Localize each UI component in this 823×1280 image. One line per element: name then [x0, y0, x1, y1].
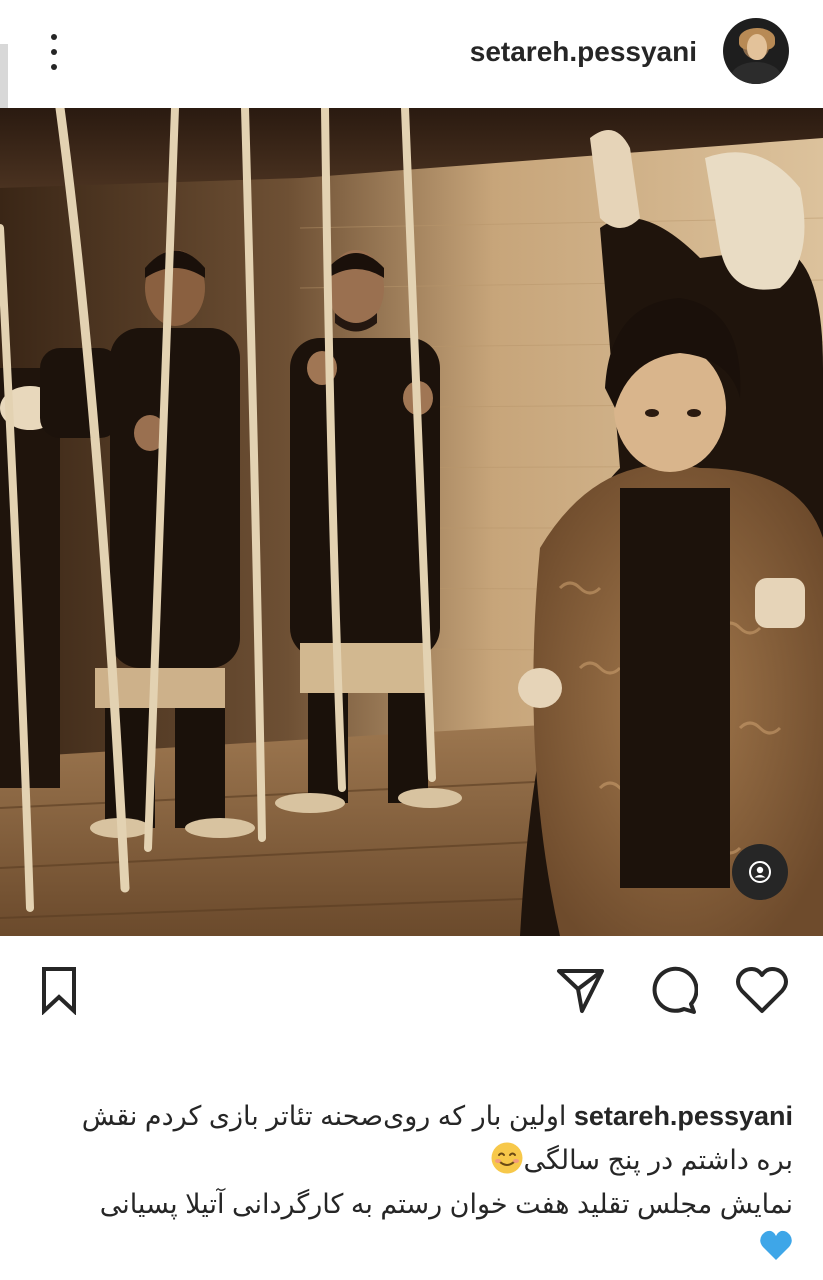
- heart-icon: [736, 967, 788, 1013]
- caption-text-3: نمایش مجلس تقلید هفت خوان رستم به کارگرد…: [99, 1189, 793, 1219]
- more-vertical-icon-dot: [51, 64, 57, 70]
- caption-line-2: بره داشتم در پنج سالگی: [30, 1138, 793, 1182]
- post-photo[interactable]: [0, 108, 823, 936]
- comment-icon: [652, 966, 698, 1014]
- send-icon: [557, 969, 604, 1013]
- caption-username[interactable]: setareh.pessyani: [574, 1101, 793, 1131]
- post-author-username[interactable]: setareh.pessyani: [470, 30, 697, 74]
- bookmark-button[interactable]: [31, 962, 87, 1018]
- bookmark-icon: [42, 967, 76, 1015]
- caption-text-1: اولین بار که روی‌صحنه تئاتر بازی کردم نق…: [81, 1101, 567, 1131]
- comment-button[interactable]: [644, 962, 700, 1018]
- like-button[interactable]: [734, 962, 790, 1018]
- post-caption: setareh.pessyani اولین بار که روی‌صحنه ت…: [30, 1094, 793, 1270]
- profile-avatar[interactable]: [723, 18, 789, 84]
- more-vertical-icon-dot: [51, 49, 57, 55]
- more-vertical-icon: [51, 34, 57, 40]
- caption-text-2: بره داشتم در پنج سالگی: [523, 1145, 793, 1175]
- more-options-button[interactable]: [38, 30, 70, 74]
- window-edge-strip: [0, 44, 8, 108]
- caption-line-4: [30, 1226, 793, 1270]
- avatar-face: [747, 34, 767, 60]
- avatar-shoulders: [731, 62, 781, 84]
- post-action-bar: [0, 936, 823, 1046]
- user-tag-icon[interactable]: [732, 844, 788, 900]
- blue-heart-emoji: [760, 1230, 792, 1260]
- smiling-face-emoji: [491, 1142, 523, 1174]
- post-header: setareh.pessyani: [0, 0, 823, 108]
- caption-line-1: setareh.pessyani اولین بار که روی‌صحنه ت…: [30, 1094, 793, 1138]
- caption-line-3: نمایش مجلس تقلید هفت خوان رستم به کارگرد…: [30, 1182, 793, 1226]
- share-button[interactable]: [552, 962, 608, 1018]
- photo-illustration: [0, 108, 823, 936]
- user-tag-icon-glyph: [749, 861, 771, 883]
